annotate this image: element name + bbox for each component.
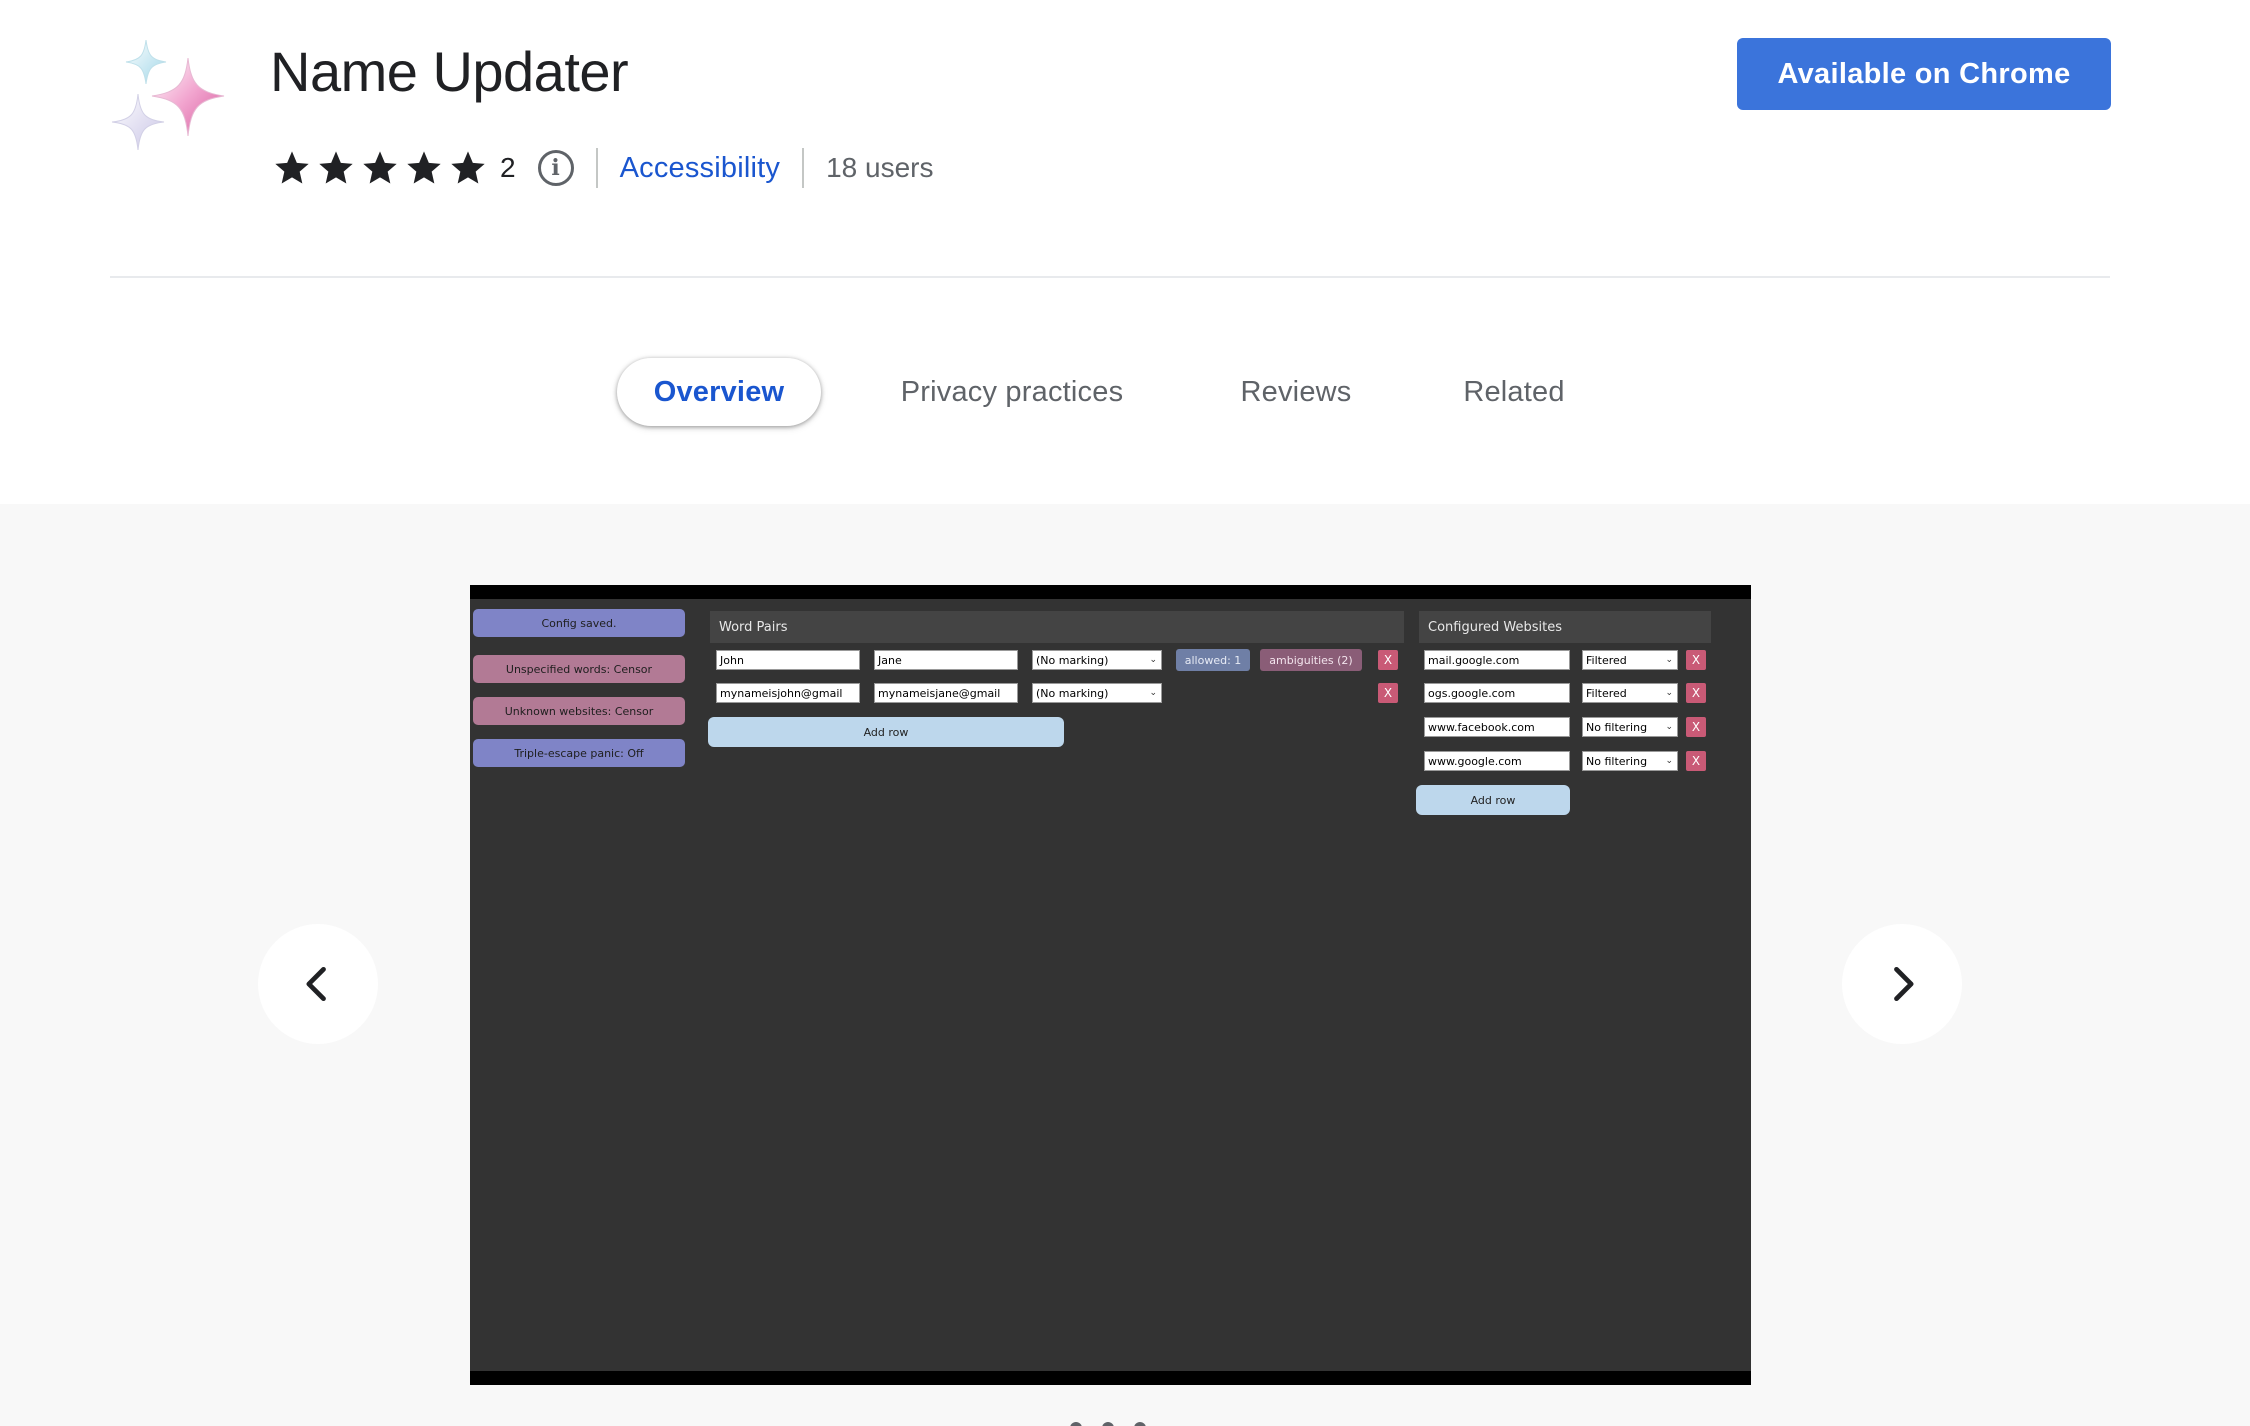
remove-website-button: X <box>1686 683 1706 703</box>
word-to-input: mynameisjane@gmail <box>874 683 1018 703</box>
chevron-left-icon <box>306 966 326 1002</box>
tab-bar: Overview Privacy practices Reviews Relat… <box>0 358 2250 426</box>
marking-select-value: (No marking) <box>1036 653 1109 667</box>
word-to-input: Jane <box>874 650 1018 670</box>
chevron-down-icon: ⌄ <box>1149 655 1157 665</box>
screenshot-image: Config saved. Unspecified words: Censor … <box>470 585 1751 1385</box>
filter-mode-select: Filtered ⌄ <box>1582 683 1678 703</box>
filter-mode-value: Filtered <box>1586 686 1627 700</box>
unspecified-words-button: Unspecified words: Censor <box>473 655 685 683</box>
config-saved-button: Config saved. <box>473 609 685 637</box>
app-icon-sparkles <box>111 39 225 151</box>
unknown-websites-button: Unknown websites: Censor <box>473 697 685 725</box>
remove-website-button: X <box>1686 717 1706 737</box>
star-icon <box>451 151 485 184</box>
word-from-input: mynameisjohn@gmail <box>716 683 860 703</box>
chevron-right-icon <box>1894 966 1914 1002</box>
chevron-down-icon: ⌄ <box>1665 688 1673 698</box>
pagination-dot[interactable] <box>1070 1422 1082 1426</box>
filter-mode-value: No filtering <box>1586 754 1648 768</box>
marking-select: (No marking) ⌄ <box>1032 683 1162 703</box>
star-icon <box>275 151 309 184</box>
filter-mode-value: Filtered <box>1586 653 1627 667</box>
gallery-pagination <box>1070 1422 1146 1426</box>
star-icon <box>319 151 353 184</box>
screenshot-content: Config saved. Unspecified words: Censor … <box>470 599 1751 1371</box>
chevron-down-icon: ⌄ <box>1149 688 1157 698</box>
marking-select: (No marking) ⌄ <box>1032 650 1162 670</box>
info-icon[interactable]: i <box>537 150 574 186</box>
website-input: www.google.com <box>1424 751 1570 771</box>
remove-word-pair-button: X <box>1378 683 1398 703</box>
divider <box>595 148 598 188</box>
website-input: www.facebook.com <box>1424 717 1570 737</box>
category-link[interactable]: Accessibility <box>620 152 781 185</box>
filter-mode-select: No filtering ⌄ <box>1582 751 1678 771</box>
chevron-down-icon: ⌄ <box>1665 722 1673 732</box>
app-title: Name Updater <box>270 40 629 103</box>
chevron-down-icon: ⌄ <box>1665 655 1673 665</box>
website-input: mail.google.com <box>1424 650 1570 670</box>
pagination-dot[interactable] <box>1102 1422 1114 1426</box>
tab-overview[interactable]: Overview <box>617 358 821 426</box>
websites-add-row-button: Add row <box>1416 785 1570 815</box>
filter-mode-value: No filtering <box>1586 720 1648 734</box>
star-icon <box>363 151 397 184</box>
word-from-input: John <box>716 650 860 670</box>
word-pairs-header: Word Pairs <box>710 611 1404 643</box>
triple-escape-button: Triple-escape panic: Off <box>473 739 685 767</box>
rating-count: 2 <box>500 152 516 183</box>
pagination-dot[interactable] <box>1134 1422 1146 1426</box>
user-count: 18 users <box>826 152 934 183</box>
allowed-tag: allowed: 1 <box>1176 649 1250 671</box>
website-input: ogs.google.com <box>1424 683 1570 703</box>
tab-reviews[interactable]: Reviews <box>1216 358 1376 426</box>
screenshot-gallery: Config saved. Unspecified words: Censor … <box>0 504 2250 1426</box>
install-button[interactable]: Available on Chrome <box>1737 38 2111 110</box>
remove-website-button: X <box>1686 751 1706 771</box>
ambiguities-tag: ambiguities (2) <box>1260 649 1362 671</box>
rating-stars <box>272 148 488 188</box>
header-divider <box>110 276 2110 278</box>
marking-select-value: (No marking) <box>1036 686 1109 700</box>
remove-word-pair-button: X <box>1378 650 1398 670</box>
filter-mode-select: No filtering ⌄ <box>1582 717 1678 737</box>
gallery-prev-button[interactable] <box>258 924 378 1044</box>
remove-website-button: X <box>1686 650 1706 670</box>
tab-related[interactable]: Related <box>1442 358 1586 426</box>
chevron-down-icon: ⌄ <box>1665 756 1673 766</box>
meta-row: 2 i Accessibility 18 users <box>272 144 934 192</box>
websites-header: Configured Websites <box>1419 611 1711 643</box>
tab-privacy-practices[interactable]: Privacy practices <box>880 358 1144 426</box>
divider <box>802 148 805 188</box>
word-pairs-add-row-button: Add row <box>708 717 1064 747</box>
star-icon <box>407 151 441 184</box>
filter-mode-select: Filtered ⌄ <box>1582 650 1678 670</box>
gallery-next-button[interactable] <box>1842 924 1962 1044</box>
